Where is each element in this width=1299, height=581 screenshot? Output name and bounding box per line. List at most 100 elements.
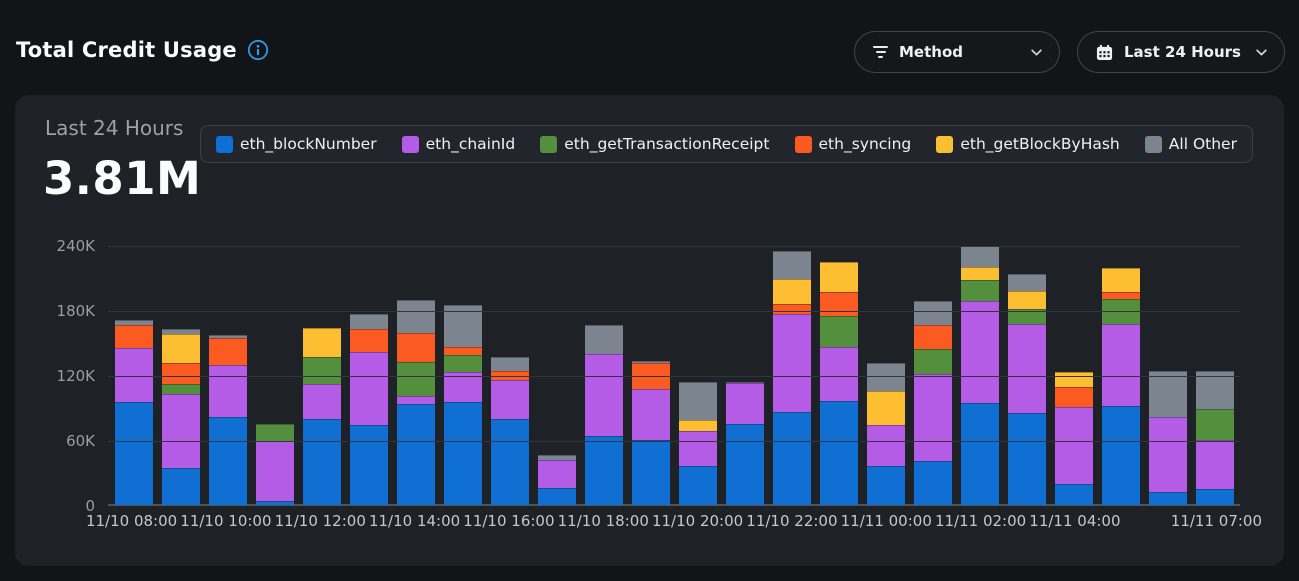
chevron-down-icon xyxy=(1255,46,1268,59)
segment-All Other xyxy=(585,325,623,354)
stacked-bar xyxy=(444,305,482,505)
period-label: Last 24 Hours xyxy=(45,116,183,140)
segment-All Other xyxy=(350,314,388,329)
segment-eth_blockNumber xyxy=(1149,492,1187,505)
y-tick-label: 120K xyxy=(57,367,95,385)
segment-eth_chainId xyxy=(585,354,623,436)
stacked-bar xyxy=(632,361,670,505)
segment-All Other xyxy=(773,251,811,279)
segment-eth_syncing xyxy=(162,363,200,384)
filter-bar: Method xyxy=(854,31,1285,73)
segment-eth_getBlockByHash xyxy=(679,420,717,431)
legend-item-eth_getBlockByHash[interactable]: eth_getBlockByHash xyxy=(936,135,1119,153)
stacked-bar xyxy=(209,335,247,505)
segment-eth_blockNumber xyxy=(773,412,811,505)
x-tick-label: 11/11 04:00 xyxy=(1029,512,1120,530)
segment-eth_chainId xyxy=(820,347,858,401)
filter-icon xyxy=(873,46,888,57)
x-tick-label: 11/10 10:00 xyxy=(180,512,271,530)
legend-label: eth_blockNumber xyxy=(240,135,377,153)
legend-item-eth_getTransactionReceipt[interactable]: eth_getTransactionReceipt xyxy=(540,135,769,153)
segment-eth_chainId xyxy=(914,374,952,461)
legend-item-eth_chainId[interactable]: eth_chainId xyxy=(402,135,516,153)
segment-eth_getTransactionReceipt xyxy=(1196,409,1234,440)
segment-eth_chainId xyxy=(1196,440,1234,489)
method-filter-dropdown[interactable]: Method xyxy=(854,31,1060,73)
segment-eth_chainId xyxy=(726,383,764,424)
stacked-bar xyxy=(914,301,952,505)
legend-label: eth_getBlockByHash xyxy=(960,135,1119,153)
segment-eth_blockNumber xyxy=(303,419,341,505)
segment-eth_chainId xyxy=(1102,324,1140,406)
x-tick-label: 11/11 02:00 xyxy=(935,512,1026,530)
x-tick-label: 11/10 22:00 xyxy=(746,512,837,530)
time-range-dropdown[interactable]: Last 24 Hours xyxy=(1077,31,1285,73)
stacked-bar xyxy=(773,251,811,505)
segment-All Other xyxy=(679,382,717,420)
segment-eth_blockNumber xyxy=(585,436,623,505)
gridline xyxy=(108,246,1240,247)
info-icon[interactable] xyxy=(247,39,269,61)
segment-eth_getTransactionReceipt xyxy=(303,357,341,384)
segment-eth_chainId xyxy=(961,301,999,403)
segment-eth_chainId xyxy=(256,441,294,501)
credit-usage-card: Last 24 Hours 3.81M eth_blockNumbereth_c… xyxy=(15,95,1284,566)
segment-eth_chainId xyxy=(1055,407,1093,484)
segment-eth_blockNumber xyxy=(162,468,200,505)
segment-eth_getBlockByHash xyxy=(867,391,905,425)
calendar-icon xyxy=(1096,44,1113,61)
segment-eth_blockNumber xyxy=(115,402,153,505)
legend-item-eth_blockNumber[interactable]: eth_blockNumber xyxy=(216,135,377,153)
segment-eth_chainId xyxy=(162,394,200,468)
segment-eth_getTransactionReceipt xyxy=(820,316,858,347)
segment-All Other xyxy=(961,246,999,267)
legend-swatch xyxy=(936,136,953,153)
segment-eth_getBlockByHash xyxy=(961,267,999,280)
segment-eth_blockNumber xyxy=(820,401,858,505)
stacked-bar xyxy=(585,325,623,505)
credit-usage-chart: 060K120K180K240K 11/10 08:0011/10 10:001… xyxy=(45,246,1240,538)
segment-eth_blockNumber xyxy=(350,425,388,505)
segment-eth_chainId xyxy=(632,389,670,440)
stacked-bar xyxy=(162,329,200,505)
x-tick-label: 11/10 18:00 xyxy=(558,512,649,530)
segment-eth_syncing xyxy=(397,333,435,362)
x-tick-label: 11/10 20:00 xyxy=(652,512,743,530)
x-tick-label: 11/11 07:00 xyxy=(1171,512,1262,530)
legend-item-eth_syncing[interactable]: eth_syncing xyxy=(795,135,912,153)
stacked-bar xyxy=(867,363,905,505)
segment-eth_chainId xyxy=(1008,324,1046,413)
chevron-down-icon xyxy=(1030,46,1043,59)
stacked-bar xyxy=(491,357,529,505)
segment-eth_blockNumber xyxy=(632,440,670,505)
x-axis-labels: 11/10 08:0011/10 10:0011/10 12:0011/10 1… xyxy=(108,512,1240,536)
segment-eth_syncing xyxy=(914,325,952,349)
segment-eth_getTransactionReceipt xyxy=(256,424,294,441)
y-axis-labels: 060K120K180K240K xyxy=(45,246,95,506)
legend-swatch xyxy=(540,136,557,153)
legend-label: eth_getTransactionReceipt xyxy=(564,135,769,153)
segment-eth_getTransactionReceipt xyxy=(914,349,952,374)
segment-eth_blockNumber xyxy=(1102,406,1140,505)
stacked-bar xyxy=(1149,371,1187,505)
segment-eth_getTransactionReceipt xyxy=(397,362,435,396)
segment-eth_blockNumber xyxy=(444,402,482,505)
segment-eth_getBlockByHash xyxy=(1008,291,1046,309)
segment-eth_chainId xyxy=(350,352,388,425)
legend-label: eth_chainId xyxy=(426,135,516,153)
segment-eth_getTransactionReceipt xyxy=(961,280,999,301)
y-tick-label: 240K xyxy=(57,237,95,255)
credit-usage-dashboard: Total Credit Usage Method xyxy=(0,0,1299,581)
segment-eth_chainId xyxy=(538,460,576,488)
x-tick-label: 11/10 14:00 xyxy=(369,512,460,530)
segment-eth_blockNumber xyxy=(1196,489,1234,505)
segment-eth_getBlockByHash xyxy=(820,262,858,292)
legend-item-All Other[interactable]: All Other xyxy=(1145,135,1237,153)
segment-eth_syncing xyxy=(820,292,858,316)
top-bar: Total Credit Usage Method xyxy=(0,0,1299,95)
stacked-bar xyxy=(679,382,717,505)
segment-All Other xyxy=(867,363,905,391)
x-tick-label: 11/10 16:00 xyxy=(463,512,554,530)
segment-eth_blockNumber xyxy=(679,466,717,505)
stacked-bar xyxy=(1008,274,1046,505)
